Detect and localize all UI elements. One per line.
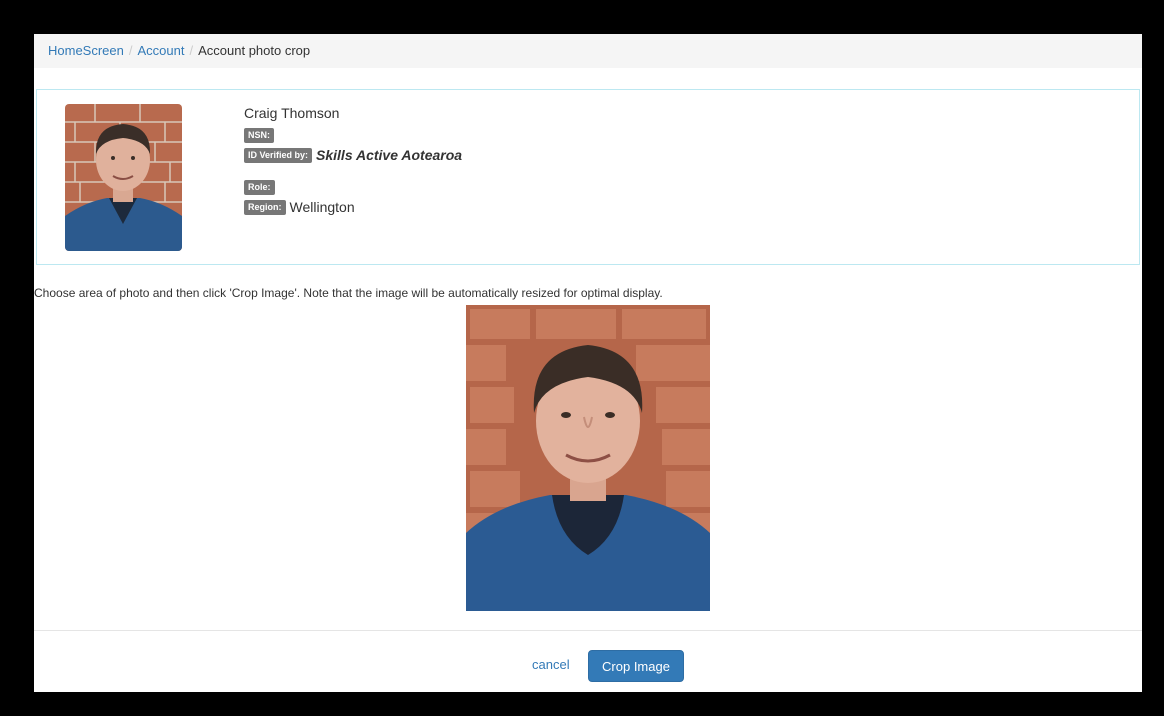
region-label: Region: (244, 199, 286, 215)
crop-photo[interactable] (466, 305, 710, 611)
region-value: Wellington (289, 199, 355, 215)
cancel-link[interactable]: cancel (532, 657, 570, 672)
crop-image-button[interactable]: Crop Image (588, 650, 684, 682)
id-verified-label: ID Verified by: (244, 147, 313, 163)
profile-info: Craig Thomson NSN: ID Verified by: Skill… (244, 105, 462, 217)
id-verified-row: ID Verified by: Skills Active Aotearoa (244, 145, 462, 165)
breadcrumb-current: Account photo crop (198, 43, 311, 58)
region-row: Region: Wellington (244, 197, 462, 217)
app-window: HomeScreen / Account / Account photo crop (34, 34, 1142, 692)
role-row: Role: (244, 177, 462, 197)
breadcrumb-separator: / (189, 43, 194, 58)
nsn-row: NSN: (244, 125, 462, 145)
role-label: Role: (244, 179, 275, 195)
crop-instructions: Choose area of photo and then click 'Cro… (34, 286, 663, 300)
avatar (65, 104, 182, 251)
modal-footer: cancel Crop Image (34, 630, 1142, 693)
profile-panel: Craig Thomson NSN: ID Verified by: Skill… (36, 89, 1140, 265)
breadcrumb-account-link[interactable]: Account (138, 43, 185, 58)
breadcrumb-separator: / (128, 43, 133, 58)
breadcrumb-home-link[interactable]: HomeScreen (48, 43, 124, 58)
breadcrumb: HomeScreen / Account / Account photo crop (34, 34, 1142, 68)
id-verified-value: Skills Active Aotearoa (316, 147, 463, 163)
profile-name: Craig Thomson (244, 105, 340, 121)
nsn-label: NSN: (244, 127, 274, 143)
